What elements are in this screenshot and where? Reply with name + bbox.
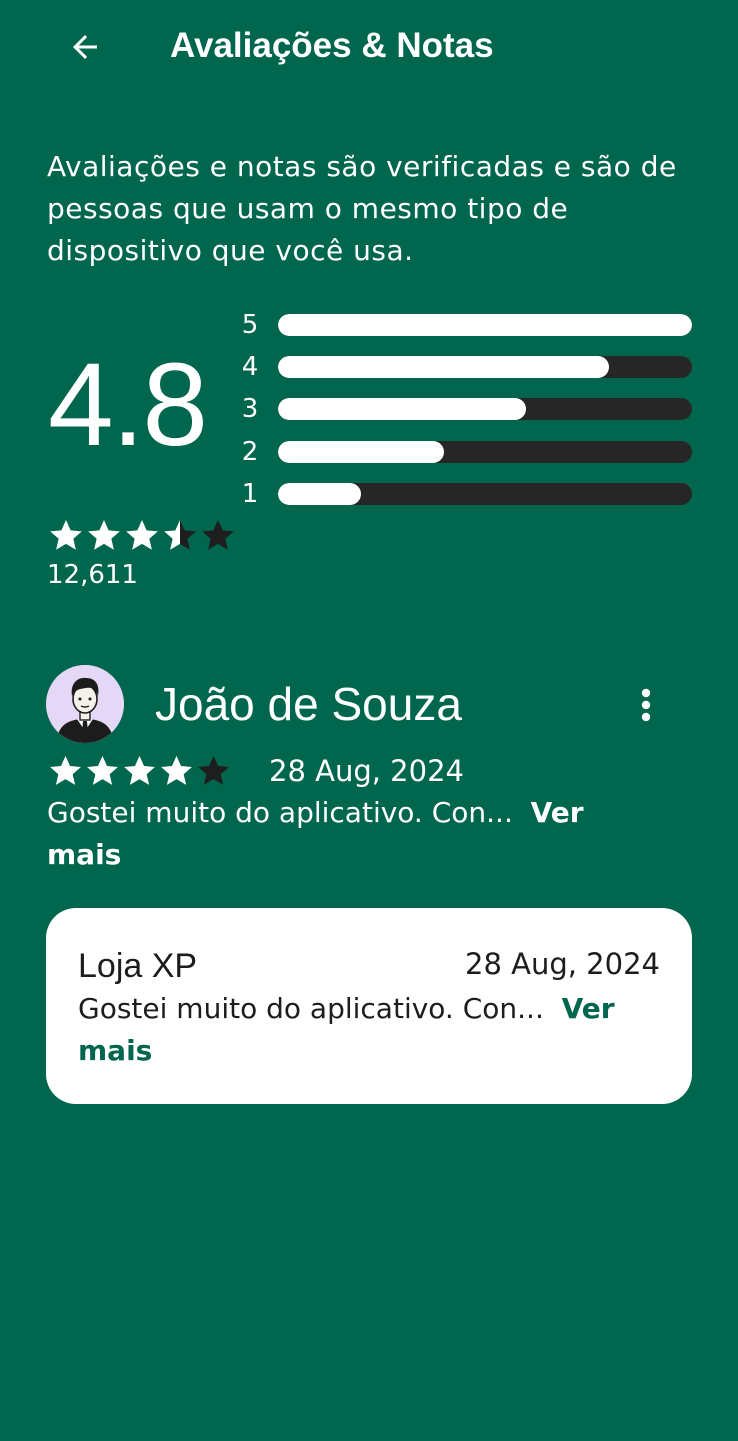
star-filled-icon xyxy=(50,519,82,550)
distribution-bar-track xyxy=(278,441,692,463)
star-filled-icon xyxy=(161,755,192,785)
review-rating-stars xyxy=(47,752,232,789)
star-filled-icon xyxy=(50,755,81,785)
developer-reply-card: Loja XP 28 Aug, 2024 Gostei muito do apl… xyxy=(46,908,692,1104)
distribution-bar-fill xyxy=(278,441,444,463)
distribution-row-2: 2 xyxy=(236,436,692,468)
reply-text-body: Gostei muito do aplicativo. Con... xyxy=(78,992,544,1025)
distribution-bar-track xyxy=(278,398,692,420)
distribution-bar-track xyxy=(278,314,692,336)
review-text: Gostei muito do aplicativo. Con... Ver m… xyxy=(47,792,667,876)
review-date: 28 Aug, 2024 xyxy=(269,754,464,788)
distribution-label: 4 xyxy=(241,352,259,382)
reviewer-name: João de Souza xyxy=(155,678,462,730)
star-filled-icon xyxy=(124,755,155,785)
distribution-row-5: 5 xyxy=(236,309,692,341)
star-filled-icon xyxy=(87,755,118,785)
page-title: Avaliações & Notas xyxy=(170,26,494,65)
distribution-label: 2 xyxy=(241,437,259,467)
distribution-bar-track xyxy=(278,356,692,378)
distribution-bar-fill xyxy=(278,356,610,378)
review-menu-button[interactable] xyxy=(626,680,666,730)
distribution-label: 3 xyxy=(241,394,259,424)
back-button[interactable] xyxy=(58,20,112,74)
star-empty-icon xyxy=(202,519,234,550)
distribution-row-3: 3 xyxy=(236,393,692,425)
star-empty-icon xyxy=(198,755,229,785)
reply-text: Gostei muito do aplicativo. Con... Ver m… xyxy=(78,988,668,1072)
average-rating-stars xyxy=(47,516,237,554)
distribution-bar-track xyxy=(278,483,692,505)
arrow-left-icon xyxy=(73,35,97,59)
distribution-row-4: 4 xyxy=(236,351,692,383)
distribution-row-1: 1 xyxy=(236,478,692,510)
distribution-bar-fill xyxy=(278,483,361,505)
reply-author: Loja XP xyxy=(78,947,198,985)
star-half-icon xyxy=(164,519,196,550)
review-count: 12,611 xyxy=(47,560,138,590)
distribution-label: 5 xyxy=(241,310,259,340)
ratings-info-text: Avaliações e notas são verificadas e são… xyxy=(47,150,677,267)
reviewer-avatar xyxy=(46,665,124,743)
review-text-body: Gostei muito do aplicativo. Con... xyxy=(47,796,513,829)
distribution-bar-fill xyxy=(278,398,527,420)
avatar-man-in-suit-icon xyxy=(46,665,124,743)
reply-date: 28 Aug, 2024 xyxy=(465,947,660,981)
average-rating: 4.8 xyxy=(48,339,208,471)
app-bar: Avaliações & Notas xyxy=(0,0,738,92)
star-filled-icon xyxy=(126,519,158,550)
star-filled-icon xyxy=(88,519,120,550)
distribution-label: 1 xyxy=(241,479,259,509)
distribution-bar-fill xyxy=(278,314,692,336)
more-vertical-icon xyxy=(641,688,651,722)
